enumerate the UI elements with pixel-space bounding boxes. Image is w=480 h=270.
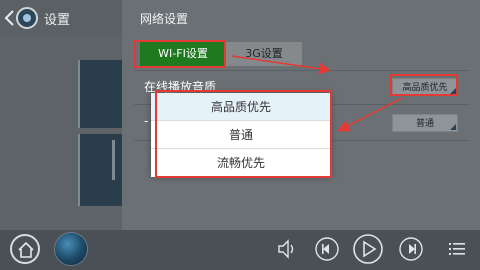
- play-icon: [353, 234, 383, 264]
- tab-wifi-settings[interactable]: WI-FI设置: [140, 42, 226, 66]
- top-bar: 设置: [0, 0, 122, 36]
- next-icon: [399, 237, 423, 261]
- dropdown-option-high-quality[interactable]: 高品质优先: [151, 93, 331, 121]
- home-icon: [18, 241, 34, 258]
- dropdown-option-normal[interactable]: 普通: [151, 121, 331, 149]
- online-quality-select[interactable]: 高品质优先: [392, 78, 458, 96]
- previous-button[interactable]: [314, 236, 340, 262]
- quality-dropdown: 高品质优先 普通 流畅优先: [151, 93, 331, 177]
- volume-icon: [278, 239, 294, 259]
- second-setting-select[interactable]: 普通: [392, 114, 458, 132]
- settings-title: 网络设置: [140, 12, 189, 26]
- left-card-top: [78, 60, 122, 128]
- second-setting-value: 普通: [415, 119, 434, 129]
- dropdown-corner-icon: [450, 88, 456, 94]
- volume-button[interactable]: [276, 236, 298, 262]
- playlist-button[interactable]: [446, 236, 468, 262]
- tab-3g-settings[interactable]: 3G设置: [226, 42, 302, 66]
- second-setting-label: -: [144, 114, 149, 128]
- page-title: 设置: [44, 13, 71, 28]
- left-card-bottom: [78, 134, 122, 206]
- left-slider-indicator: [112, 140, 115, 180]
- previous-icon: [315, 237, 339, 261]
- next-button[interactable]: [398, 236, 424, 262]
- play-button[interactable]: [352, 233, 384, 265]
- dropdown-option-smooth[interactable]: 流畅优先: [151, 149, 331, 177]
- online-quality-value: 高品质优先: [402, 83, 448, 93]
- divider: [134, 70, 470, 71]
- home-button[interactable]: [10, 234, 40, 264]
- player-bar: [0, 230, 480, 270]
- playlist-icon: [449, 243, 465, 255]
- app-logo-icon: [16, 7, 38, 29]
- album-art[interactable]: [54, 232, 88, 266]
- dropdown-corner-icon: [450, 124, 456, 130]
